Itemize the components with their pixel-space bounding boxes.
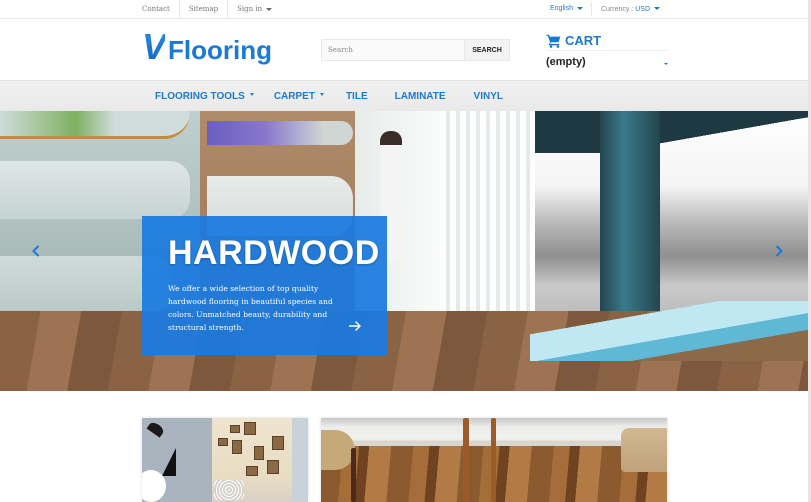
- cart-widget[interactable]: CART (empty): [546, 31, 668, 73]
- currency-selector[interactable]: Currency : USD: [592, 6, 660, 13]
- chair-leg: [351, 448, 356, 502]
- locale-controls: English Currency : USD: [550, 0, 660, 18]
- caret-down-icon: [319, 93, 324, 96]
- hero-caption: HARDWOOD We offer a wide selection of to…: [142, 216, 387, 355]
- site-header: V Flooring SEARCH CART (empty): [0, 19, 811, 80]
- logo-text: Flooring: [168, 35, 272, 65]
- promo-banner-decor[interactable]: [142, 418, 308, 502]
- table-leg: [463, 418, 469, 502]
- nav-label: VINYL: [473, 91, 503, 102]
- top-links: Contact Sitemap Sign in: [133, 0, 281, 18]
- promo-banners: [0, 391, 811, 502]
- nav-item-carpet[interactable]: CARPET: [274, 91, 324, 102]
- bedroom-mirror: [207, 121, 353, 145]
- search-form: SEARCH: [321, 39, 510, 61]
- nav-item-tile[interactable]: TILE: [346, 91, 368, 102]
- nav-item-flooring-tools[interactable]: FLOORING TOOLS: [155, 91, 254, 102]
- picture-frame: [254, 446, 264, 460]
- nav-item-vinyl[interactable]: VINYL: [474, 91, 503, 102]
- window-sill: [530, 301, 811, 361]
- nav-label: CARPET: [273, 91, 315, 102]
- arrow-right-icon[interactable]: [348, 319, 362, 333]
- nav-label: LAMINATE: [394, 91, 446, 102]
- sofa: [214, 480, 244, 500]
- nav-menu: FLOORING TOOLS CARPET TILE LAMINATE VINY…: [155, 81, 503, 112]
- curtain: [440, 111, 535, 311]
- picture-frame: [218, 438, 228, 446]
- sign-in-label: Sign in: [237, 5, 263, 13]
- sign-in-dropdown[interactable]: Sign in: [227, 0, 281, 18]
- basin: [0, 161, 190, 219]
- caret-down-icon: [664, 63, 668, 65]
- picture-frame: [272, 436, 284, 450]
- hero-description: We offer a wide selection of top quality…: [168, 284, 333, 332]
- hero-image: [0, 111, 811, 391]
- cart-status[interactable]: (empty): [546, 51, 668, 73]
- caret-down-icon: [249, 93, 254, 96]
- picture-frame: [230, 425, 240, 433]
- currency-label: Currency :: [600, 5, 634, 13]
- chevron-left-icon: [32, 245, 40, 257]
- side-wall: [292, 418, 308, 502]
- caret-down-icon: [576, 6, 583, 10]
- nav-item-laminate[interactable]: LAMINATE: [395, 91, 446, 102]
- cart-title[interactable]: CART: [546, 31, 668, 51]
- language-label: English: [550, 5, 573, 12]
- search-input[interactable]: [322, 40, 464, 60]
- caret-down-icon: [654, 7, 660, 11]
- table-leg: [491, 418, 496, 502]
- hero-slider[interactable]: HARDWOOD We offer a wide selection of to…: [0, 111, 811, 391]
- search-button[interactable]: SEARCH: [464, 40, 509, 60]
- language-selector[interactable]: English: [550, 2, 592, 16]
- picture-frame: [244, 422, 256, 435]
- caret-down-icon: [266, 7, 273, 11]
- cart-status-text: (empty): [546, 56, 586, 68]
- window-beam: [535, 111, 811, 153]
- site-logo[interactable]: V Flooring: [142, 26, 272, 67]
- slider-prev-button[interactable]: [29, 241, 43, 261]
- sitemap-link[interactable]: Sitemap: [178, 0, 227, 18]
- main-nav: FLOORING TOOLS CARPET TILE LAMINATE VINY…: [0, 80, 811, 111]
- picture-frame: [232, 440, 242, 454]
- logo-mark: V: [142, 26, 166, 67]
- slider-next-button[interactable]: [772, 241, 786, 261]
- bathroom-mirror: [0, 111, 190, 139]
- picture-frame: [246, 466, 258, 476]
- top-bar: Contact Sitemap Sign in English Currency…: [0, 0, 811, 19]
- shopping-cart-icon: [546, 34, 561, 48]
- chevron-right-icon: [775, 245, 783, 257]
- bed: [621, 428, 667, 472]
- contact-link[interactable]: Contact: [133, 0, 179, 18]
- promo-banner-hardwood[interactable]: [321, 418, 667, 502]
- picture-frame: [267, 460, 279, 474]
- currency-value: USD: [635, 5, 650, 13]
- hero-title: HARDWOOD: [168, 234, 380, 272]
- cart-label: CART: [565, 33, 602, 48]
- nav-label: FLOORING TOOLS: [155, 91, 245, 102]
- nav-label: TILE: [345, 91, 368, 102]
